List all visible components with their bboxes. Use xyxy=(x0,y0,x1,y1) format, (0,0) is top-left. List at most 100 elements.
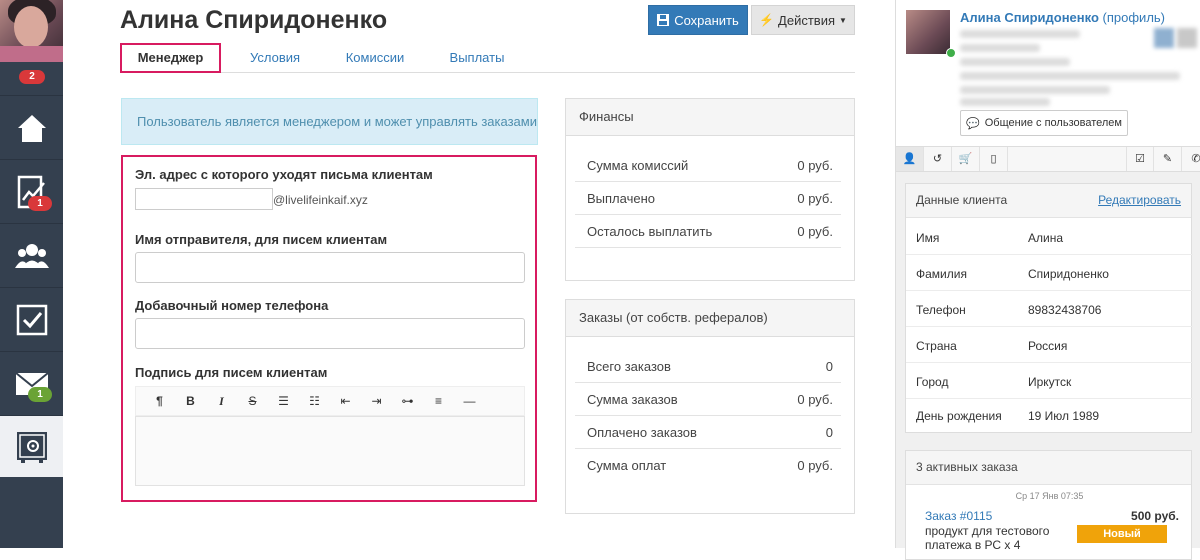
user-icon[interactable]: 👤 xyxy=(896,147,924,171)
client-row: Телефон 89832438706 xyxy=(906,291,1193,327)
redacted-icon xyxy=(1177,28,1197,48)
orders-value: 0 руб. xyxy=(797,392,833,407)
client-label: Фамилия xyxy=(916,267,967,281)
client-data-header: Данные клиента Редактировать xyxy=(906,184,1191,218)
user-avatar[interactable] xyxy=(0,0,63,62)
cart-icon[interactable]: 🛒 xyxy=(952,147,980,171)
chat-label: Общение с пользователем xyxy=(984,117,1122,129)
sidebar-item-tasks[interactable] xyxy=(0,287,63,351)
horizontal-rule-icon[interactable]: — xyxy=(454,394,485,408)
tab-manager[interactable]: Менеджер xyxy=(120,43,221,73)
tab-bar: Менеджер Условия Комиссии Выплаты xyxy=(120,43,855,73)
comments-icon: 💬 xyxy=(966,117,980,130)
paragraph-icon[interactable]: ¶ xyxy=(144,394,175,408)
order-product: платежа в РС х 4 xyxy=(925,538,1021,552)
phone-extension-input[interactable] xyxy=(135,318,525,349)
tab-conditions[interactable]: Условия xyxy=(238,44,312,73)
email-domain-suffix: @livelifeinkaif.xyz xyxy=(273,193,368,207)
chat-with-user-button[interactable]: 💬 Общение с пользователем xyxy=(960,110,1128,136)
orders-label: Оплачено заказов xyxy=(587,425,697,440)
profile-name-line: Алина Спиридоненко (профиль) xyxy=(960,10,1165,25)
home-icon xyxy=(17,114,46,142)
client-value: Россия xyxy=(1028,339,1068,353)
checkbox-icon xyxy=(16,304,47,335)
indent-icon[interactable]: ⇥ xyxy=(361,394,392,408)
orders-row: Оплачено заказов 0 xyxy=(575,416,841,449)
client-label: Имя xyxy=(916,231,940,245)
finance-row: Выплачено 0 руб. xyxy=(575,182,841,215)
actions-dropdown-button[interactable]: ⚡ Действия ▼ xyxy=(751,5,855,35)
ordered-list-icon[interactable]: ☷ xyxy=(299,394,330,408)
email-label: Эл. адрес с которого уходят письма клиен… xyxy=(135,167,433,182)
profile-panel: Алина Спиридоненко (профиль) 💬 Общение с… xyxy=(895,0,1200,560)
client-label: Страна xyxy=(916,339,957,353)
bolt-icon: ⚡ xyxy=(759,13,775,27)
sidebar-item-statistics[interactable]: 1 xyxy=(0,159,63,223)
signature-editor[interactable] xyxy=(135,416,525,486)
sidebar-item-users[interactable] xyxy=(0,223,63,287)
phone-extension-label: Добавочный номер телефона xyxy=(135,298,329,313)
finance-panel: Финансы Сумма комиссий 0 руб. Выплачено … xyxy=(565,98,855,281)
client-label: Город xyxy=(916,375,949,389)
profile-link[interactable]: (профиль) xyxy=(1103,10,1165,25)
profile-header: Алина Спиридоненко (профиль) 💬 Общение с… xyxy=(896,0,1200,146)
caret-down-icon: ▼ xyxy=(839,15,847,25)
profile-avatar xyxy=(906,10,950,54)
profile-name[interactable]: Алина Спиридоненко xyxy=(960,10,1099,25)
order-date: Ср 17 Янв 07:35 xyxy=(1015,491,1084,501)
history-icon[interactable]: ↺ xyxy=(924,147,952,171)
redacted-text xyxy=(960,98,1050,106)
save-label: Сохранить xyxy=(674,12,739,28)
sender-name-input[interactable] xyxy=(135,252,525,283)
italic-icon[interactable]: I xyxy=(206,394,237,409)
checkbox-icon[interactable]: ☑ xyxy=(1126,147,1154,171)
sidebar-item-safe[interactable] xyxy=(0,415,63,477)
floppy-disk-icon xyxy=(657,14,670,26)
client-value: Алина xyxy=(1028,231,1064,245)
tab-payouts[interactable]: Выплаты xyxy=(438,44,516,73)
bold-icon[interactable]: B xyxy=(175,394,206,408)
mobile-icon[interactable]: ▯ xyxy=(980,147,1008,171)
client-value: 19 Июл 1989 xyxy=(1028,409,1100,423)
client-value: 89832438706 xyxy=(1028,303,1102,317)
redacted-text xyxy=(960,44,1040,52)
finance-label: Выплачено xyxy=(587,191,655,206)
client-value: Иркутск xyxy=(1028,375,1072,389)
finance-row: Осталось выплатить 0 руб. xyxy=(575,215,841,248)
finance-title: Финансы xyxy=(566,99,854,136)
strikethrough-icon[interactable]: S xyxy=(237,394,268,408)
client-row: Фамилия Спиридоненко xyxy=(906,255,1193,291)
link-icon[interactable]: ⊶ xyxy=(392,394,423,408)
notification-badge: 2 xyxy=(19,70,45,84)
active-orders-title: 3 активных заказа xyxy=(906,451,1191,485)
unordered-list-icon[interactable]: ☰ xyxy=(268,394,299,408)
client-label: День рождения xyxy=(916,409,1002,423)
pencil-icon[interactable]: ✎ xyxy=(1154,147,1182,171)
tab-commissions[interactable]: Комиссии xyxy=(332,44,418,73)
safe-icon xyxy=(16,431,47,463)
save-button[interactable]: Сохранить xyxy=(648,5,748,35)
client-value: Спиридоненко xyxy=(1028,267,1109,281)
align-icon[interactable]: ≡ xyxy=(423,394,454,408)
phone-icon[interactable]: ✆ xyxy=(1182,147,1200,171)
sidebar-item-home[interactable] xyxy=(0,95,63,159)
order-product: продукт для тестового xyxy=(925,524,1050,538)
finance-value: 0 руб. xyxy=(797,158,833,173)
order-link[interactable]: Заказ #0115 xyxy=(925,509,992,523)
finance-row: Сумма комиссий 0 руб. xyxy=(575,149,841,182)
client-row: Страна Россия xyxy=(906,327,1193,363)
order-status-badge: Новый xyxy=(1077,525,1167,543)
edit-client-link[interactable]: Редактировать xyxy=(1098,184,1181,217)
outdent-icon[interactable]: ⇤ xyxy=(330,394,361,408)
sidebar-item-mail[interactable]: 1 xyxy=(0,351,63,415)
sender-name-label: Имя отправителя, для писем клиентам xyxy=(135,232,388,247)
orders-panel: Заказы (от собств. рефералов) Всего зака… xyxy=(565,299,855,514)
mail-badge: 1 xyxy=(28,387,52,402)
orders-row: Сумма оплат 0 руб. xyxy=(575,449,841,482)
orders-value: 0 xyxy=(825,425,833,440)
orders-value: 0 xyxy=(825,359,833,374)
info-alert: Пользователь является менеджером и может… xyxy=(121,98,538,145)
orders-label: Сумма оплат xyxy=(587,458,667,473)
email-input[interactable] xyxy=(135,188,273,210)
signature-label: Подпись для писем клиентам xyxy=(135,365,328,380)
